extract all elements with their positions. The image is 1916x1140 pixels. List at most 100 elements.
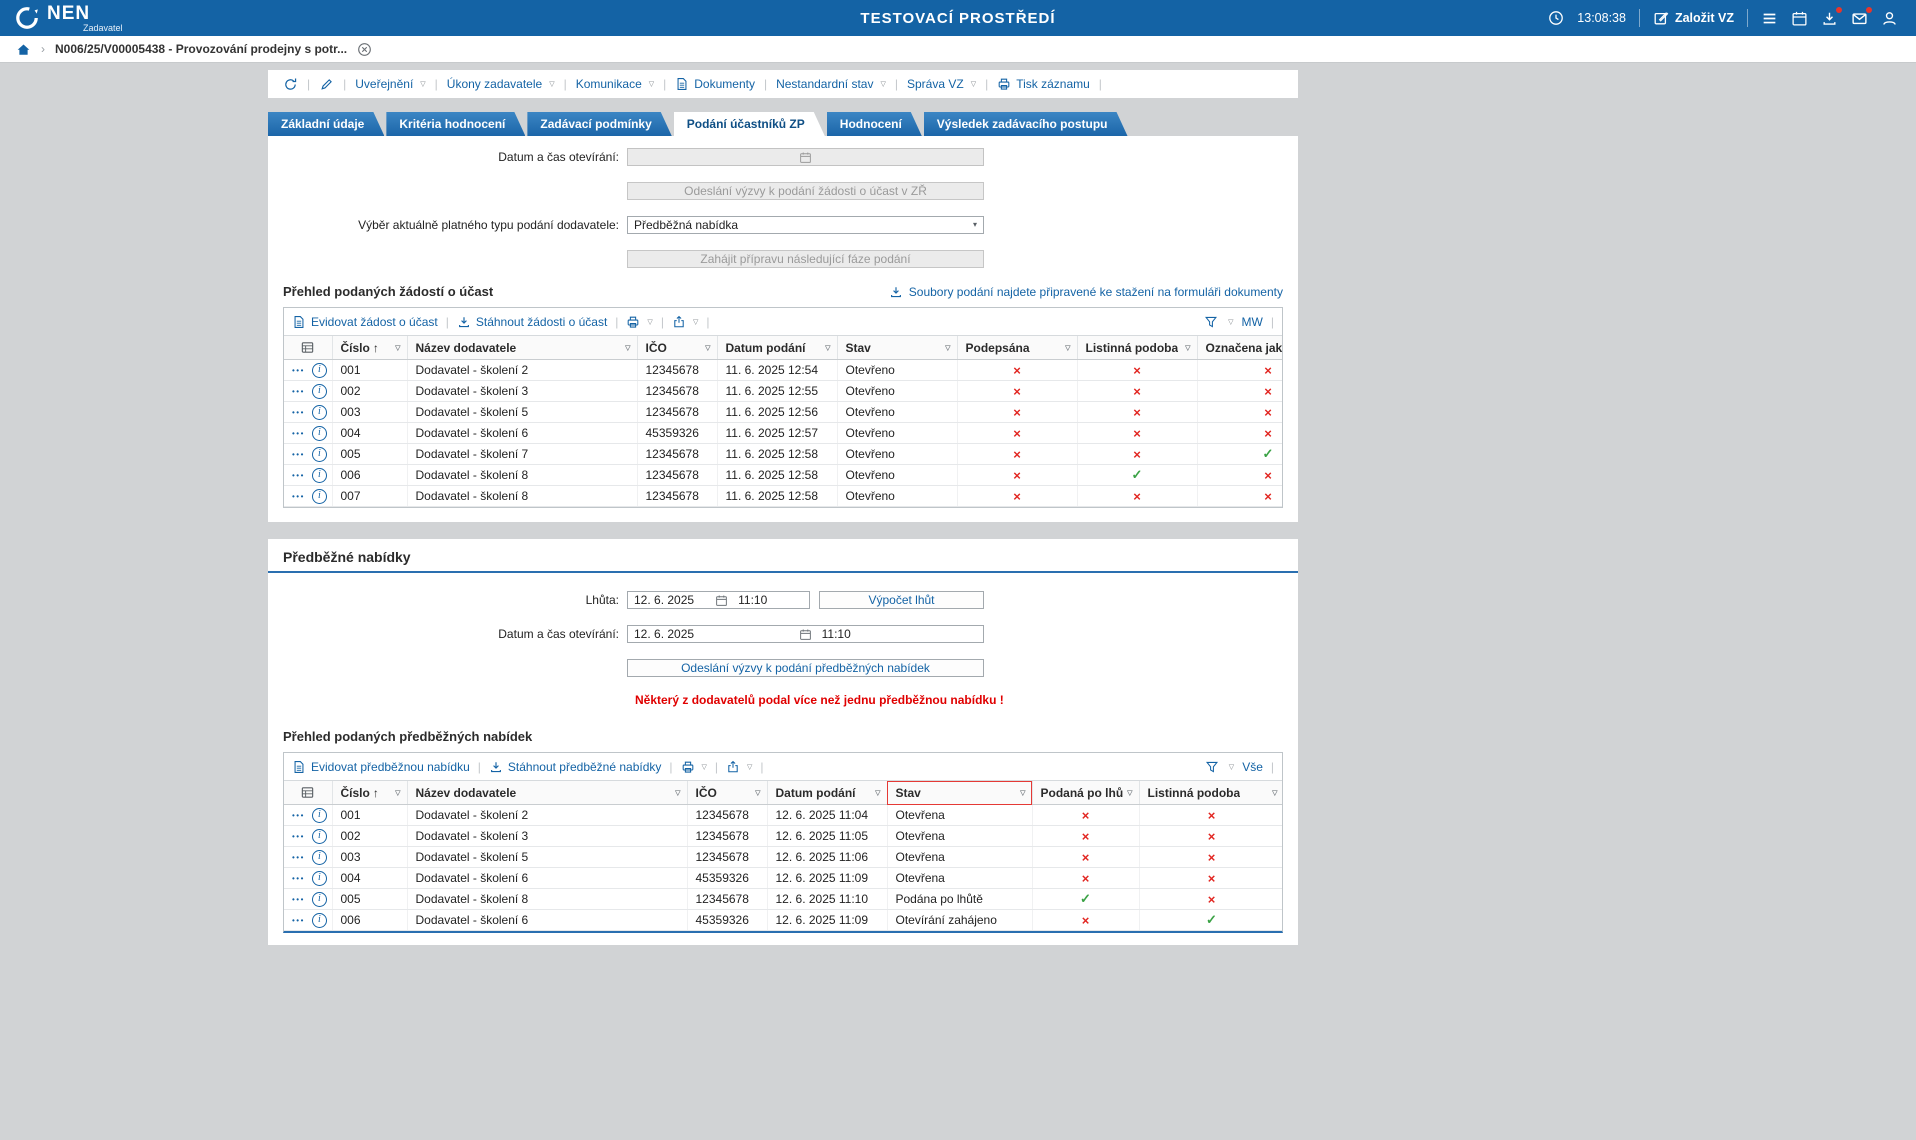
column-podana-po-lhute[interactable]: Podaná po lhůtě▽ [1032,781,1139,805]
filter-chevron-icon[interactable]: ▽ [945,344,950,352]
info-icon[interactable]: i [312,913,327,928]
profile-button[interactable] [1881,10,1898,27]
tab-podani-ucastniku-zp[interactable]: Podání účastníků ZP [674,112,825,136]
table-row[interactable]: •••i 007 Dodavatel - školení 8 12345678 … [284,486,1282,507]
info-icon[interactable]: i [312,384,327,399]
table-row[interactable]: •••i 006 Dodavatel - školení 6 45359326 … [284,910,1282,931]
filter-chevron-icon[interactable]: ▽ [875,789,880,797]
info-icon[interactable]: i [312,850,327,865]
filter-chevron-icon[interactable]: ▽ [825,344,830,352]
submission-type-select[interactable]: Předběžná nabídka ▾ [627,216,984,234]
table-row[interactable]: •••i 001 Dodavatel - školení 2 12345678 … [284,805,1282,826]
download-requests-button[interactable]: Stáhnout žádosti o účast [457,315,607,329]
menu-button[interactable] [1761,10,1778,27]
calendar-icon[interactable] [715,594,728,607]
filter-chevron-icon[interactable]: ▽ [1127,789,1132,797]
column-datum-podani[interactable]: Datum podání▽ [717,336,837,360]
select-column-header[interactable] [284,781,332,805]
column-ico[interactable]: IČO▽ [687,781,767,805]
column-datum-podani[interactable]: Datum podání▽ [767,781,887,805]
column-listinna-podoba[interactable]: Listinná podoba▽ [1139,781,1282,805]
table-row[interactable]: •••i 003 Dodavatel - školení 5 12345678 … [284,847,1282,868]
send-prelim-offers-request-button[interactable]: Odeslání výzvy k podání předběžných nabí… [627,659,984,677]
chevron-down-icon[interactable]: ▽ [1228,318,1233,326]
filter-chevron-icon[interactable]: ▽ [395,789,400,797]
calendar-icon[interactable] [799,628,812,641]
info-icon[interactable]: i [312,808,327,823]
info-icon[interactable]: i [312,829,327,844]
tab-zadavaci-podminky[interactable]: Zadávací podmínky [527,112,671,136]
table-row[interactable]: •••i 004 Dodavatel - školení 6 45359326 … [284,423,1282,444]
info-icon[interactable]: i [312,363,327,378]
filter-chevron-icon[interactable]: ▽ [755,789,760,797]
row-menu-button[interactable]: ••• [292,853,305,862]
history-button[interactable] [283,77,298,92]
nen-logo[interactable]: NEN Zadavatel [0,4,123,33]
filter-chevron-icon[interactable]: ▽ [1065,344,1070,352]
submission-files-link[interactable]: Soubory podání najdete připravené ke sta… [889,285,1283,299]
row-menu-button[interactable]: ••• [292,471,305,480]
table-row[interactable]: •••i 005 Dodavatel - školení 8 12345678 … [284,889,1282,910]
column-stav[interactable]: Stav▽ [837,336,957,360]
home-button[interactable] [16,42,31,57]
register-request-button[interactable]: Evidovat žádost o účast [292,315,438,329]
downloads-button[interactable] [1821,10,1838,27]
filter-chevron-icon[interactable]: ▽ [1185,344,1190,352]
edit-record-button[interactable] [319,77,334,92]
table-row[interactable]: •••i 001 Dodavatel - školení 2 12345678 … [284,360,1282,381]
filter-chevron-icon[interactable]: ▽ [625,344,630,352]
export-table-button[interactable]: ▽ [726,760,752,774]
column-cislo[interactable]: Číslo↑▽ [332,336,407,360]
messages-button[interactable] [1851,10,1868,27]
menu-dokumenty[interactable]: Dokumenty [675,77,755,91]
select-column-header[interactable] [284,336,332,360]
column-cislo[interactable]: Číslo↑▽ [332,781,407,805]
column-stav-highlighted[interactable]: Stav▽ [887,781,1032,805]
row-menu-button[interactable]: ••• [292,916,305,925]
filter-button[interactable] [1204,315,1218,329]
register-offer-button[interactable]: Evidovat předběžnou nabídku [292,760,470,774]
filter-chevron-icon[interactable]: ▽ [395,344,400,352]
breadcrumb-record[interactable]: N006/25/V00005438 - Provozování prodejny… [55,42,347,56]
filter-chevron-icon[interactable]: ▽ [705,344,710,352]
row-menu-button[interactable]: ••• [292,811,305,820]
row-menu-button[interactable]: ••• [292,492,305,501]
saved-filter-select[interactable]: MW [1242,315,1263,329]
saved-filter-select[interactable]: Vše [1242,760,1263,774]
row-menu-button[interactable]: ••• [292,895,305,904]
info-icon[interactable]: i [312,871,327,886]
table-row[interactable]: •••i 002 Dodavatel - školení 3 12345678 … [284,826,1282,847]
print-table-button[interactable]: ▽ [626,315,652,329]
column-listinna-podoba[interactable]: Listinná podoba▽ [1077,336,1197,360]
info-icon[interactable]: i [312,426,327,441]
column-oznacena[interactable]: Označena jako ne▽ [1197,336,1282,360]
column-ico[interactable]: IČO▽ [637,336,717,360]
calc-deadlines-button[interactable]: Výpočet lhůt [819,591,984,609]
menu-ukony-zadavatele[interactable]: Úkony zadavatele▽ [447,77,555,91]
filter-chevron-icon[interactable]: ▽ [675,789,680,797]
tab-zakladni-udaje[interactable]: Základní údaje [268,112,384,136]
table-row[interactable]: •••i 004 Dodavatel - školení 6 45359326 … [284,868,1282,889]
deadline-datetime-input[interactable]: 12. 6. 2025 11:10 [627,591,810,609]
info-icon[interactable]: i [312,892,327,907]
info-icon[interactable]: i [312,489,327,504]
print-table-button[interactable]: ▽ [681,760,707,774]
row-menu-button[interactable]: ••• [292,450,305,459]
info-icon[interactable]: i [312,405,327,420]
table-row[interactable]: •••i 003 Dodavatel - školení 5 12345678 … [284,402,1282,423]
tab-hodnoceni[interactable]: Hodnocení [827,112,922,136]
menu-komunikace[interactable]: Komunikace▽ [576,77,654,91]
table-row[interactable]: •••i 005 Dodavatel - školení 7 12345678 … [284,444,1282,465]
close-record-button[interactable] [357,42,372,57]
column-nazev-dodavatele[interactable]: Název dodavatele▽ [407,336,637,360]
tab-vysledek-postupu[interactable]: Výsledek zadávacího postupu [924,112,1128,136]
send-participation-request-button[interactable]: Odeslání výzvy k podání žádosti o účast … [627,182,984,200]
row-menu-button[interactable]: ••• [292,429,305,438]
export-table-button[interactable]: ▽ [672,315,698,329]
menu-uverejneni[interactable]: Uveřejnění▽ [355,77,425,91]
row-menu-button[interactable]: ••• [292,366,305,375]
row-menu-button[interactable]: ••• [292,874,305,883]
download-offers-button[interactable]: Stáhnout předběžné nabídky [489,760,661,774]
column-podepsana[interactable]: Podepsána▽ [957,336,1077,360]
tab-kriteria-hodnoceni[interactable]: Kritéria hodnocení [386,112,525,136]
